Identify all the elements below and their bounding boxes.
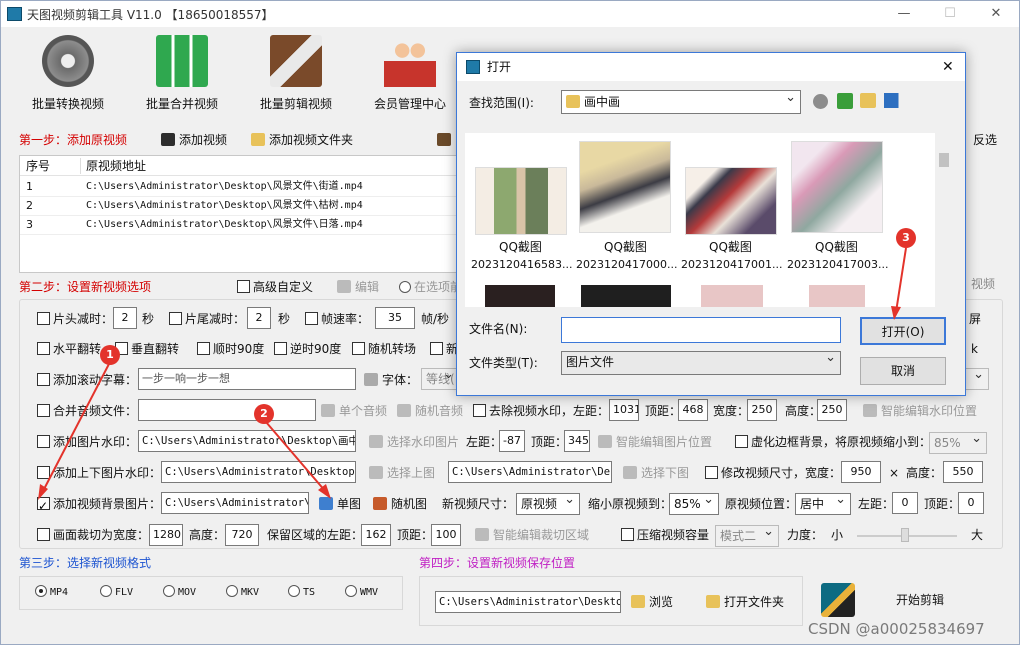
marker-3: 3 [896,228,916,248]
csdn-watermark: CSDN @a00025834697 [808,620,985,638]
marker-2: 2 [254,404,274,424]
annotation-arrows [38,247,907,500]
arrow-3-head [891,306,901,320]
marker-1: 1 [100,345,120,365]
arrow-3 [895,247,907,313]
arrow-2 [265,421,327,493]
arrow-1 [41,361,111,494]
